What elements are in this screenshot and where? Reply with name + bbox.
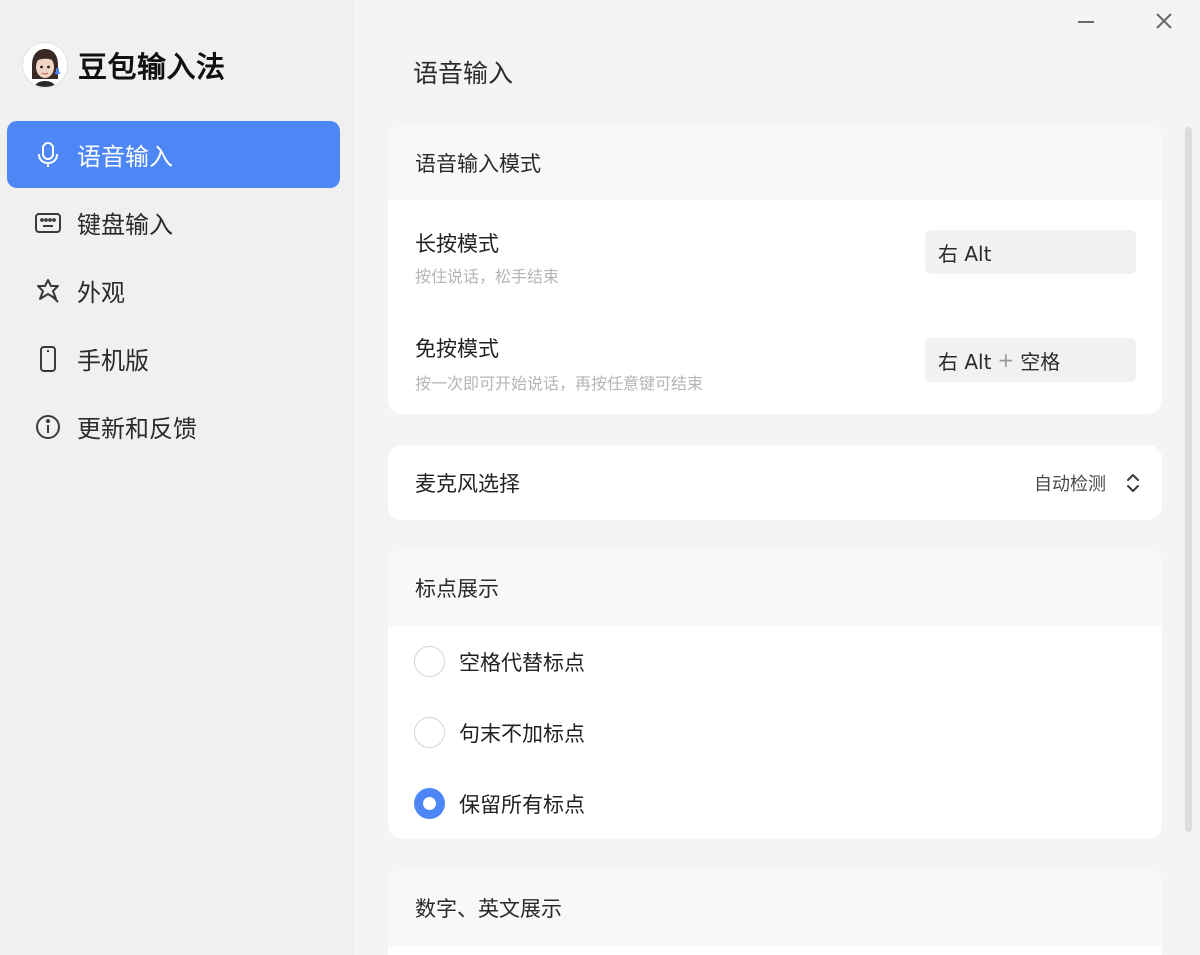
sidebar-item-update-feedback[interactable]: 更新和反馈 <box>7 393 340 460</box>
hotkey-part-1: 右 Alt <box>938 349 992 374</box>
long-press-desc: 按住说话，松手结束 <box>415 267 560 286</box>
sidebar-item-label: 键盘输入 <box>77 211 173 239</box>
free-press-hotkey[interactable]: 右 Alt + 空格 <box>925 338 1136 382</box>
sidebar-item-voice-input[interactable]: 语音输入 <box>7 121 340 188</box>
radio-option-no-end-punct[interactable]: 句末不加标点 <box>388 697 1162 768</box>
long-press-hotkey[interactable]: 右 Alt <box>925 230 1136 274</box>
scrollbar-thumb[interactable] <box>1185 127 1192 832</box>
long-press-row: 长按模式 按住说话，松手结束 右 Alt <box>388 200 1162 307</box>
sidebar-nav: 语音输入 键盘输入 外观 手机版 更新和反馈 <box>7 121 340 460</box>
sidebar-item-appearance[interactable]: 外观 <box>7 257 340 324</box>
voice-mode-header: 语音输入模式 <box>388 126 1162 200</box>
microphone-row: 麦克风选择 自动检测 <box>388 445 1162 520</box>
keyboard-icon <box>33 208 63 238</box>
punctuation-card: 标点展示 空格代替标点 句末不加标点 保留所有标点 <box>388 550 1162 839</box>
sidebar-item-label: 语音输入 <box>77 143 173 171</box>
minimize-button[interactable] <box>1071 8 1101 38</box>
close-icon <box>1154 11 1174 35</box>
page-title: 语音输入 <box>413 59 514 88</box>
microphone-select[interactable]: 自动检测 <box>1034 465 1142 501</box>
free-press-row: 免按模式 按一次即可开始说话，再按任意键可结束 右 Alt + 空格 <box>388 307 1162 414</box>
numbers-english-header: 数字、英文展示 <box>388 870 1162 946</box>
long-press-title: 长按模式 <box>415 232 499 256</box>
free-press-title: 免按模式 <box>415 337 499 361</box>
phone-icon <box>33 344 63 374</box>
microphone-label: 麦克风选择 <box>415 471 520 496</box>
hotkey-part-2: 空格 <box>1020 349 1061 374</box>
sidebar-item-label: 手机版 <box>77 347 149 375</box>
info-icon <box>33 412 63 442</box>
app-name: 豆包输入法 <box>78 50 226 84</box>
free-press-desc: 按一次即可开始说话，再按任意键可结束 <box>415 374 704 393</box>
sidebar-item-label: 更新和反馈 <box>77 415 197 443</box>
punctuation-header: 标点展示 <box>388 550 1162 626</box>
minimize-icon <box>1076 11 1096 35</box>
radio-button[interactable] <box>414 646 445 677</box>
radio-button[interactable] <box>414 717 445 748</box>
sidebar-item-label: 外观 <box>77 279 125 307</box>
app-logo-avatar <box>22 42 68 88</box>
radio-option-keep-all[interactable]: 保留所有标点 <box>388 768 1162 839</box>
hotkey-plus: + <box>997 348 1015 372</box>
voice-mode-card: 语音输入模式 长按模式 按住说话，松手结束 右 Alt 免按模式 按一次即可开始… <box>388 126 1162 414</box>
numbers-english-card: 数字、英文展示 <box>388 870 1162 955</box>
sidebar: 豆包输入法 语音输入 键盘输入 外观 手机版 更新和反馈 <box>0 0 354 955</box>
appearance-icon <box>33 276 63 306</box>
sidebar-item-mobile[interactable]: 手机版 <box>7 325 340 392</box>
sidebar-item-keyboard-input[interactable]: 键盘输入 <box>7 189 340 256</box>
radio-label: 保留所有标点 <box>459 792 585 817</box>
microphone-card: 麦克风选择 自动检测 <box>388 445 1162 520</box>
brand: 豆包输入法 <box>22 40 226 90</box>
microphone-icon <box>33 140 63 170</box>
chevron-up-down-icon <box>1124 471 1142 495</box>
hotkey-value: 右 Alt <box>938 241 992 266</box>
radio-label: 空格代替标点 <box>459 650 585 675</box>
radio-option-space-replace[interactable]: 空格代替标点 <box>388 626 1162 697</box>
microphone-select-value: 自动检测 <box>1034 474 1106 495</box>
radio-button-checked[interactable] <box>414 788 445 819</box>
radio-label: 句末不加标点 <box>459 721 585 746</box>
close-button[interactable] <box>1149 8 1179 38</box>
